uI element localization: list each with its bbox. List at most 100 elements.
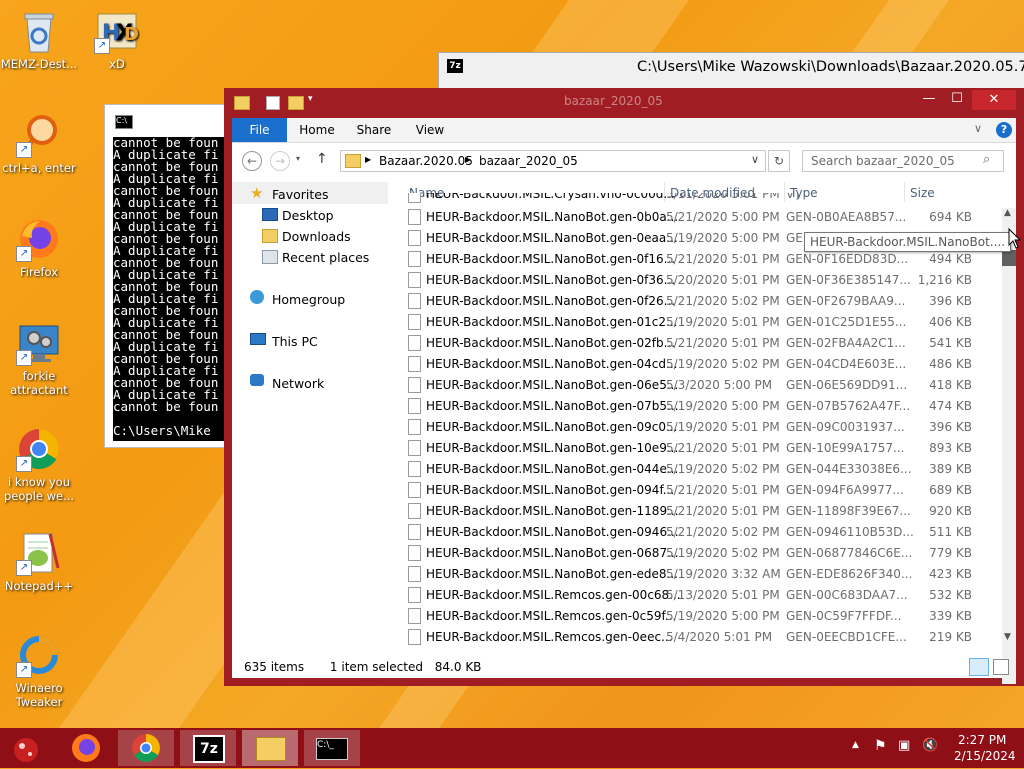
status-bar: 635 items 1 item selected 84.0 KB — [244, 660, 481, 674]
taskbar-file-explorer[interactable] — [242, 730, 298, 766]
customize-toolbar-icon[interactable]: ▾ — [308, 94, 313, 104]
desktop-icon-hxd[interactable]: HXD ↗ xD — [78, 8, 156, 71]
table-row[interactable]: HEUR-Backdoor.MSIL.NanoBot.gen-0687... 5/… — [406, 542, 984, 563]
network-tray-icon[interactable]: ▣ — [898, 738, 910, 753]
file-date: 5/21/2020 5:01 PM — [666, 441, 780, 455]
desktop-icon-forkie[interactable]: ↗ forkie attractant — [0, 320, 78, 397]
tab-view[interactable]: View — [404, 118, 456, 142]
close-button[interactable]: ✕ — [972, 90, 1016, 110]
tab-home[interactable]: Home — [290, 118, 344, 142]
table-row[interactable]: HEUR-Backdoor.MSIL.NanoBot.gen-02fb... 5/… — [406, 332, 984, 353]
clock-date[interactable]: 2/15/2024 — [954, 749, 1016, 763]
taskbar-firefox[interactable] — [58, 730, 114, 766]
table-row-partial[interactable]: HEUR-Backdoor.MSIL.Crysan.vho-0c00d... 5… — [406, 193, 984, 203]
sevenzip-icon: 7z — [193, 735, 225, 763]
file-type: GEN-044E33038E6... — [786, 462, 912, 476]
breadcrumb-item[interactable]: bazaar_2020_05 — [479, 154, 578, 168]
nav-network[interactable]: Network — [272, 376, 324, 391]
file-size: 893 KB — [929, 441, 972, 455]
address-bar[interactable]: ▶ Bazaar.2020.05 ▶ bazaar_2020_05 ∨ — [340, 150, 766, 172]
file-icon — [408, 251, 421, 267]
desktop-icon-firefox[interactable]: ↗ Firefox — [0, 216, 78, 279]
shortcut-arrow-icon: ↗ — [16, 246, 32, 262]
nav-homegroup[interactable]: Homegroup — [272, 292, 345, 307]
desktop-icon-winaero[interactable]: ↗ Winaero Tweaker — [0, 632, 78, 709]
tab-file[interactable]: File — [232, 118, 287, 142]
help-icon[interactable]: ? — [996, 122, 1012, 138]
table-row[interactable]: HEUR-Backdoor.MSIL.NanoBot.gen-0946... 5/… — [406, 521, 984, 542]
file-size: 532 KB — [929, 588, 972, 602]
taskbar-memz[interactable] — [0, 730, 56, 766]
file-name: HEUR-Backdoor.MSIL.NanoBot.gen-0687... — [426, 546, 679, 560]
taskbar-chrome[interactable] — [118, 730, 174, 766]
desktop-icon-magnifier[interactable]: ↗ ctrl+a, enter — [0, 112, 78, 175]
tab-share[interactable]: Share — [348, 118, 400, 142]
nav-downloads[interactable]: Downloads — [282, 229, 351, 244]
file-size: 423 KB — [929, 567, 972, 581]
up-button[interactable]: ↑ — [316, 151, 328, 167]
file-icon — [408, 482, 421, 498]
large-icons-view-button[interactable] — [993, 659, 1009, 675]
nav-favorites[interactable]: Favorites — [272, 187, 328, 202]
scroll-up-icon[interactable]: ▲ — [1004, 208, 1011, 218]
table-row[interactable]: HEUR-Backdoor.MSIL.NanoBot.gen-06e5... 5/… — [406, 374, 984, 395]
table-row[interactable]: HEUR-Backdoor.MSIL.Remcos.gen-0c59f... 5/… — [406, 605, 984, 626]
table-row[interactable]: HEUR-Backdoor.MSIL.NanoBot.gen-094f... 5/… — [406, 479, 984, 500]
table-row[interactable]: HEUR-Backdoor.MSIL.NanoBot.gen-04cd... 5/… — [406, 353, 984, 374]
show-hidden-icons-button[interactable]: ▲ — [852, 740, 859, 750]
table-row[interactable]: HEUR-Backdoor.MSIL.NanoBot.gen-ede8... 5/… — [406, 563, 984, 584]
search-input[interactable]: Search bazaar_2020_05 ⌕ — [802, 150, 1004, 172]
table-row[interactable]: HEUR-Backdoor.MSIL.NanoBot.gen-044e... 5/… — [406, 458, 984, 479]
file-explorer-window[interactable]: ▾ bazaar_2020_05 — ☐ ✕ File Home Share V… — [224, 88, 1024, 686]
file-type: GEN-EDE8626F340... — [786, 567, 913, 581]
address-dropdown-icon[interactable]: ∨ — [751, 153, 759, 166]
notepadpp-icon: ↗ — [16, 530, 62, 576]
table-row[interactable]: HEUR-Backdoor.MSIL.NanoBot.gen-10e9... 5/… — [406, 437, 984, 458]
action-center-flag-icon[interactable]: ⚑ — [874, 738, 887, 754]
back-button[interactable]: ← — [242, 151, 262, 171]
vertical-scrollbar[interactable]: ▲ ▼ — [1002, 208, 1016, 684]
desktop-icon-chrome[interactable]: ↗ i know you people we... — [0, 426, 78, 503]
desktop-icon-recycle-bin[interactable]: MEMZ-Dest... — [0, 8, 78, 71]
shortcut-arrow-icon: ↗ — [16, 142, 32, 158]
forward-button[interactable]: → — [270, 151, 290, 171]
table-row[interactable]: HEUR-Backdoor.MSIL.NanoBot.gen-0f36... 5/… — [406, 269, 984, 290]
taskbar-cmd[interactable]: C:\_ — [304, 730, 360, 766]
minimize-button[interactable]: — — [916, 88, 942, 110]
scroll-thumb[interactable] — [1002, 250, 1016, 266]
file-icon — [408, 209, 421, 225]
file-size: 474 KB — [929, 399, 972, 413]
breadcrumb-item[interactable]: Bazaar.2020.05 — [379, 154, 473, 168]
table-row[interactable]: HEUR-Backdoor.MSIL.NanoBot.gen-0b0a... 5/… — [406, 206, 984, 227]
nav-recent-places[interactable]: Recent places — [282, 250, 369, 265]
clock-time[interactable]: 2:27 PM — [958, 733, 1006, 747]
table-row[interactable]: HEUR-Backdoor.MSIL.NanoBot.gen-07b5... 5/… — [406, 395, 984, 416]
refresh-button[interactable]: ↻ — [768, 150, 790, 172]
desktop-icon-notepadpp[interactable]: ↗ Notepad++ — [0, 530, 78, 593]
properties-icon[interactable] — [266, 96, 280, 110]
recent-locations-icon[interactable]: ▾ — [296, 154, 300, 163]
details-view-button[interactable] — [969, 658, 989, 676]
cmd-window[interactable]: C:\ cannot be foun A duplicate fi cannot b… — [104, 104, 231, 448]
desktop-folder-icon — [262, 208, 278, 221]
table-row[interactable]: HEUR-Backdoor.MSIL.Remcos.gen-00c68... 5/… — [406, 584, 984, 605]
file-date: 5/19/2020 5:01 PM — [666, 315, 780, 329]
maximize-button[interactable]: ☐ — [944, 88, 970, 110]
table-row[interactable]: HEUR-Backdoor.MSIL.NanoBot.gen-09c0... 5/… — [406, 416, 984, 437]
table-row[interactable]: HEUR-Backdoor.MSIL.NanoBot.gen-1189... 5/… — [406, 500, 984, 521]
volume-icon[interactable]: 🔇 — [922, 738, 938, 753]
nav-this-pc[interactable]: This PC — [272, 334, 318, 349]
table-row[interactable]: HEUR-Backdoor.MSIL.Remcos.gen-0eec... 5/4… — [406, 626, 984, 647]
scroll-down-icon[interactable]: ▼ — [1004, 632, 1011, 642]
table-row[interactable]: HEUR-Backdoor.MSIL.NanoBot.gen-01c2... 5/… — [406, 311, 984, 332]
new-folder-icon[interactable] — [288, 96, 304, 110]
cmd-title-bar[interactable]: C:\ — [105, 105, 230, 135]
winaero-icon: ↗ — [16, 632, 62, 678]
expand-ribbon-icon[interactable]: ∨ — [974, 122, 982, 135]
table-row[interactable]: HEUR-Backdoor.MSIL.NanoBot.gen-0f26... 5/… — [406, 290, 984, 311]
file-icon — [408, 335, 421, 351]
recycle-bin-icon — [16, 8, 62, 54]
taskbar-7zip[interactable]: 7z — [180, 730, 236, 766]
nav-desktop[interactable]: Desktop — [282, 208, 334, 223]
shortcut-arrow-icon: ↗ — [94, 38, 110, 54]
